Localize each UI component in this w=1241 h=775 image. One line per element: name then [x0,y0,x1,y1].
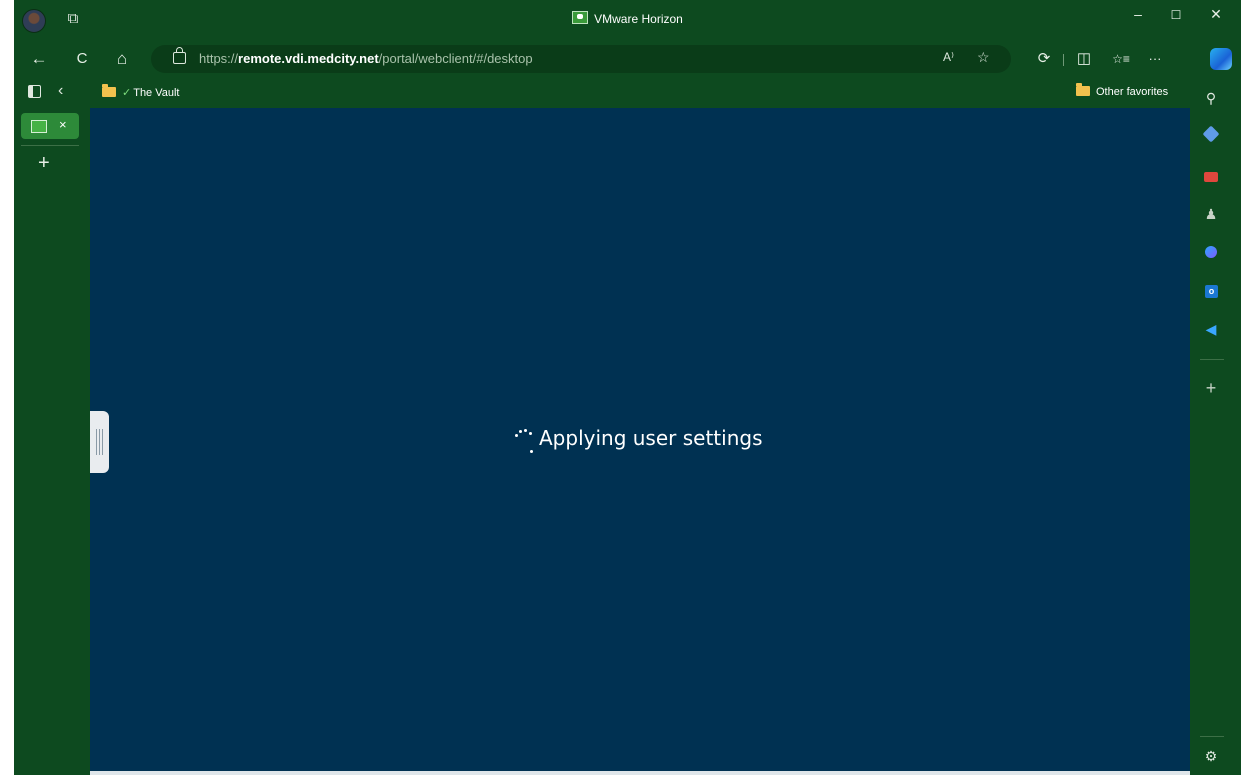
copilot-icon[interactable] [1210,48,1232,70]
games-icon[interactable]: ♟ [1203,206,1219,222]
folder-icon [1076,83,1090,96]
tab-close-button[interactable]: × [59,117,67,132]
close-button[interactable]: ✕ [1196,6,1236,23]
back-button[interactable]: ← [26,48,52,70]
loading-status-text: Applying user settings [539,426,763,450]
toolbar-divider [1063,54,1064,66]
favorites-icon[interactable]: ☆≡ [1108,48,1134,70]
sidebar-divider [1200,736,1224,737]
extensions-icon[interactable]: ⟳ [1031,48,1057,70]
vertical-tab-strip: × + [14,108,90,775]
address-bar[interactable]: https://remote.vdi.medcity.net/portal/we… [151,45,1011,73]
vmware-horizon-icon [31,120,47,133]
window-title: VMware Horizon [14,11,1241,26]
horizon-sidebar-handle[interactable] [90,411,109,473]
lock-icon[interactable] [173,47,186,64]
sidebar-divider [1200,359,1224,360]
outlook-icon[interactable]: o [1203,283,1219,299]
shopping-tag-icon[interactable] [1202,125,1220,143]
collapse-tabs-icon[interactable]: ‹ [58,82,63,100]
favorite-the-vault[interactable]: ✓ The Vault [102,84,180,99]
maximize-button[interactable]: ☐ [1156,8,1196,22]
split-screen-icon[interactable]: ◫ [1071,48,1097,70]
more-menu-icon[interactable]: ··· [1142,48,1168,70]
favorite-star-icon[interactable]: ☆ [977,49,990,66]
minimize-button[interactable]: – [1118,6,1158,22]
home-button[interactable]: ⌂ [109,48,135,70]
favorites-bar: ‹ ✓ The Vault Other favorites [14,78,1241,108]
tools-icon[interactable] [1203,168,1219,184]
send-icon[interactable]: ◀ [1203,321,1219,337]
sidebar-toggle-icon[interactable] [28,85,41,98]
folder-icon [102,84,116,97]
url-text[interactable]: https://remote.vdi.medcity.net/portal/we… [199,51,533,66]
settings-gear-icon[interactable]: ⚙ [1203,748,1219,764]
copilot-sidebar-icon[interactable] [1203,244,1219,260]
new-tab-button[interactable]: + [38,152,50,175]
check-icon: ✓ [122,87,132,99]
tab-divider [21,145,79,146]
add-sidebar-app-button[interactable]: + [1203,379,1219,397]
window-title-text: VMware Horizon [594,12,683,26]
tab-vmware-horizon[interactable]: × [21,113,79,139]
browser-window: ⧉ VMware Horizon – ☐ ✕ ← C ⌂ https://rem… [14,0,1241,775]
title-bar: ⧉ VMware Horizon – ☐ ✕ [14,0,1241,40]
other-favorites[interactable]: Other favorites [1076,83,1168,98]
refresh-button[interactable]: C [69,48,95,70]
search-icon[interactable]: ⚲ [1203,90,1219,106]
loading-spinner-icon [514,422,536,453]
read-aloud-icon[interactable]: A⁾ [943,50,954,64]
vmware-horizon-icon [572,11,589,24]
content-bottom-edge [90,771,1190,775]
remote-desktop-view[interactable]: Applying user settings [90,108,1190,775]
navigation-bar: ← C ⌂ https://remote.vdi.medcity.net/por… [14,40,1241,78]
edge-sidebar: ⚲ ♟ o ◀ + ⚙ [1190,78,1241,775]
